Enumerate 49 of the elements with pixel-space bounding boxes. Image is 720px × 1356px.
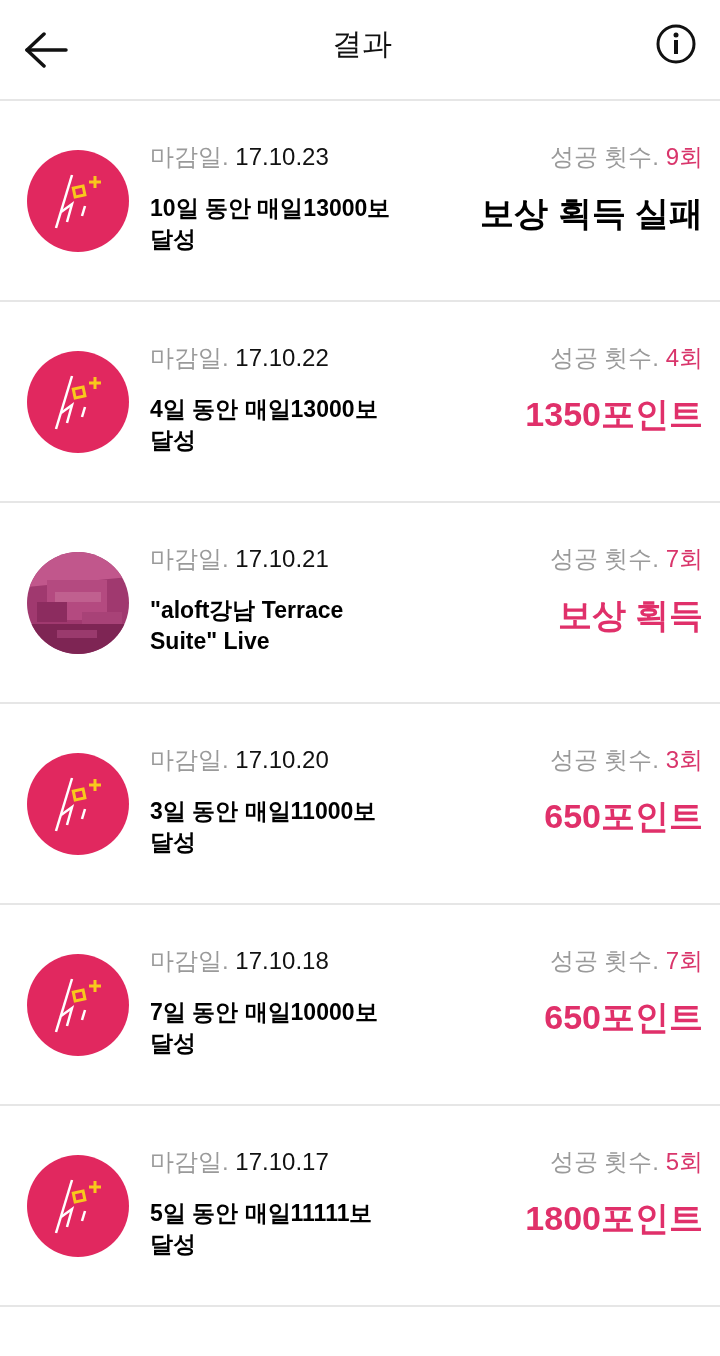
reward-text: 650포인트 [543,997,703,1038]
deadline-date: 17.10.17 [235,1148,329,1175]
challenge-title: 4일 동안 매일13000보 달성 [150,395,379,455]
ladder-logo-icon [27,953,129,1056]
reward-text: 보상 획득 실패 [479,193,703,234]
deadline-date: 17.10.22 [235,344,329,371]
result-row[interactable]: 마감일. 17.10.17 5일 동안 매일11111보 달성 성공 횟수. 5회 1800포인트 [0,1106,720,1307]
deadline-label: 마감일. [150,545,229,572]
deadline-label: 마감일. [150,344,229,371]
success-count-label: 성공 횟수. [549,545,659,572]
challenge-title: 5일 동안 매일11111보 달성 [150,1199,374,1259]
info-icon[interactable] [656,23,696,64]
success-count: 7회 [665,545,703,572]
success-count: 4회 [665,344,703,371]
success-count-label: 성공 횟수. [549,947,659,974]
success-count-label: 성공 횟수. [549,1148,659,1175]
challenge-title: "aloft강남 Terrace Suite" Live [150,596,345,656]
reward-text: 1350포인트 [524,394,703,435]
deadline-date: 17.10.18 [235,947,329,974]
success-count-label: 성공 횟수. [549,746,659,773]
success-count: 9회 [665,143,703,170]
challenge-title: 10일 동안 매일13000보 달성 [150,194,392,254]
success-count: 7회 [665,947,703,974]
success-count-label: 성공 횟수. [549,143,659,170]
challenge-title: 7일 동안 매일10000보 달성 [150,998,379,1058]
deadline-label: 마감일. [150,746,229,773]
page-title: 결과 [332,26,392,62]
result-row[interactable]: 마감일. 17.10.18 7일 동안 매일10000보 달성 성공 횟수. 7회 650포인트 [0,905,720,1106]
deadline-label: 마감일. [150,143,229,170]
ladder-logo-icon [27,752,129,855]
deadline-label: 마감일. [150,947,229,974]
success-count: 3회 [665,746,703,773]
reward-text: 보상 획득 [556,595,703,636]
reward-text: 1800포인트 [524,1198,703,1239]
deadline-date: 17.10.23 [235,143,329,170]
result-row[interactable]: 마감일. 17.10.23 10일 동안 매일13000보 달성 성공 횟수. 9회 보상 획득 실패 [0,101,720,302]
success-count: 5회 [665,1148,703,1175]
deadline-label: 마감일. [150,1148,229,1175]
reward-text: 650포인트 [543,796,703,837]
challenge-title: 3일 동안 매일11000보 달성 [150,797,378,857]
ladder-logo-icon [27,149,129,252]
ladder-logo-icon [27,350,129,453]
result-row[interactable]: 마감일. 17.10.21 "aloft강남 Terrace Suite" Live 성공 횟수. 7회 보상 획득 [0,503,720,704]
success-count-label: 성공 횟수. [549,344,659,371]
result-row[interactable]: 마감일. 17.10.20 3일 동안 매일11000보 달성 성공 횟수. 3회 650포인트 [0,704,720,905]
deadline-date: 17.10.20 [235,746,329,773]
result-row[interactable]: 마감일. 17.10.22 4일 동안 매일13000보 달성 성공 횟수. 4회 1350포인트 [0,302,720,503]
ladder-logo-icon [27,1154,129,1257]
deadline-date: 17.10.21 [235,545,329,572]
